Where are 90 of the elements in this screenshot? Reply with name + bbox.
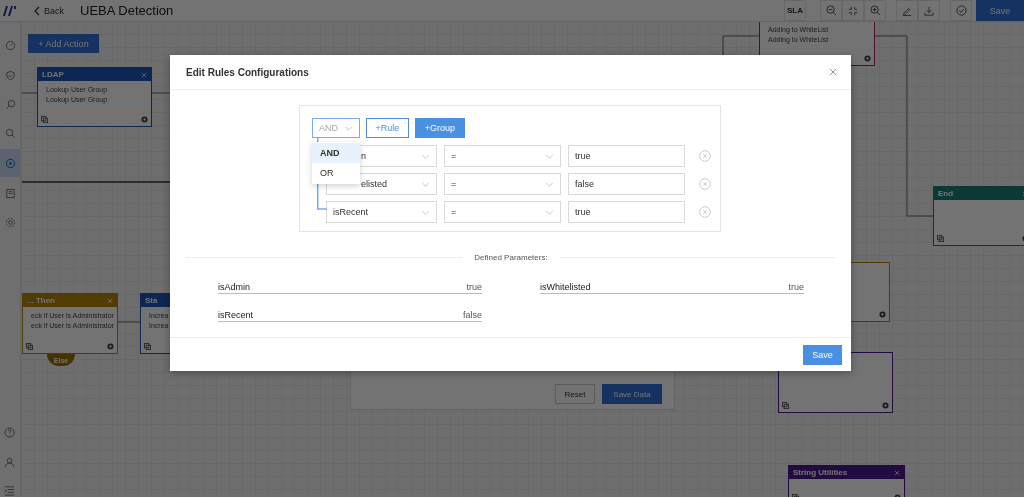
value-field[interactable]: true xyxy=(568,145,685,167)
close-icon xyxy=(829,68,837,76)
shield-check-icon xyxy=(4,69,16,81)
value-field[interactable]: true xyxy=(568,201,685,223)
help-icon[interactable] xyxy=(4,427,15,438)
connector-line xyxy=(117,321,141,323)
save-button[interactable]: Save xyxy=(976,0,1024,21)
field-select[interactable]: isRecent xyxy=(326,201,437,223)
settings-icon[interactable] xyxy=(864,55,871,62)
check-circle-icon xyxy=(955,5,967,16)
settings-icon[interactable] xyxy=(879,311,886,318)
chevron-icon xyxy=(545,181,554,187)
parameter-value: true xyxy=(466,282,482,292)
node-title: Sta xyxy=(145,296,158,305)
copy-icon[interactable] xyxy=(26,343,33,350)
remove-rule-button[interactable] xyxy=(699,206,711,218)
close-icon[interactable] xyxy=(141,71,147,78)
settings-icon[interactable] xyxy=(107,343,114,350)
parameter-value: false xyxy=(463,310,482,320)
page-title: UEBA Detection xyxy=(80,3,174,18)
back-button[interactable]: Back xyxy=(34,5,64,16)
parameter-value: true xyxy=(788,282,804,292)
node-title: LDAP xyxy=(42,70,64,79)
zoom-out-button[interactable] xyxy=(820,0,842,21)
value-field[interactable]: false xyxy=(568,173,685,195)
connector-line xyxy=(151,92,171,94)
operator-select[interactable]: = xyxy=(444,145,561,167)
search-icon xyxy=(4,127,16,139)
download-button[interactable] xyxy=(918,0,940,21)
sla-button[interactable]: SLA xyxy=(784,0,806,21)
copy-icon[interactable] xyxy=(41,116,48,123)
add-action-button[interactable]: + Add Action xyxy=(28,34,99,53)
settings-icon[interactable] xyxy=(882,402,889,409)
parameter-name: isWhitelisted xyxy=(540,282,591,292)
chevron-icon xyxy=(421,209,430,215)
operator-select[interactable]: = xyxy=(444,201,561,223)
remove-rule-button[interactable] xyxy=(699,178,711,190)
chevron-icon xyxy=(421,153,430,159)
connector-line xyxy=(21,92,38,94)
save-button[interactable]: Save xyxy=(803,344,842,365)
reset-button[interactable]: Reset xyxy=(555,384,595,404)
close-button[interactable] xyxy=(827,66,839,78)
magnifier-icon xyxy=(4,98,16,110)
copy-icon[interactable] xyxy=(937,235,944,242)
validate-button[interactable] xyxy=(950,0,972,21)
list-icon[interactable] xyxy=(4,485,15,496)
dropdown-option[interactable]: OR xyxy=(312,163,360,183)
pencil-icon xyxy=(902,5,912,16)
settings-icon[interactable] xyxy=(141,116,148,123)
add-rule-button[interactable]: +Rule xyxy=(366,118,409,138)
dashboard-icon xyxy=(4,39,16,51)
dropdown-option[interactable]: AND xyxy=(312,143,360,163)
zoom-out-icon xyxy=(825,5,837,16)
close-icon[interactable] xyxy=(894,469,900,476)
download-icon xyxy=(924,5,934,16)
parameter-name: isRecent xyxy=(218,310,253,320)
remove-icon xyxy=(699,178,711,190)
remove-rule-button[interactable] xyxy=(699,150,711,162)
play-icon xyxy=(4,157,16,169)
settings-icon xyxy=(4,216,16,228)
zoom-in-button[interactable] xyxy=(864,0,886,21)
user-icon[interactable] xyxy=(4,457,15,468)
parameter-name: isAdmin xyxy=(218,282,250,292)
close-icon[interactable] xyxy=(107,297,113,304)
dialog-title: Edit Rules Configurations xyxy=(186,66,309,78)
node-title: ... Then xyxy=(27,296,55,305)
fit-screen-button[interactable] xyxy=(842,0,864,21)
operator-select[interactable]: = xyxy=(444,173,561,195)
node-title: End xyxy=(938,189,954,198)
edit-button[interactable] xyxy=(896,0,918,21)
chevron-icon xyxy=(545,153,554,159)
sidebar-item[interactable] xyxy=(0,149,20,177)
add-group-button[interactable]: +Group xyxy=(415,118,465,138)
copy-icon[interactable] xyxy=(144,343,151,350)
remove-icon xyxy=(699,206,711,218)
logo-icon xyxy=(2,4,16,17)
document-icon xyxy=(4,187,16,199)
chevron-icon xyxy=(344,125,353,131)
node-title: String Utilities xyxy=(793,468,848,477)
chevron-icon xyxy=(421,181,430,187)
workflow-node[interactable]: End xyxy=(933,186,1024,246)
zoom-in-icon xyxy=(869,5,881,16)
collapse-icon xyxy=(848,5,858,16)
copy-icon[interactable] xyxy=(782,402,789,409)
remove-icon xyxy=(699,150,711,162)
save-data-button[interactable]: Save Data xyxy=(602,384,662,404)
combinator-select[interactable]: AND xyxy=(312,118,360,138)
workflow-node[interactable]: String Utilities xyxy=(788,465,905,497)
chevron-icon xyxy=(545,209,554,215)
section-heading: Defined Parameters: xyxy=(474,253,548,262)
